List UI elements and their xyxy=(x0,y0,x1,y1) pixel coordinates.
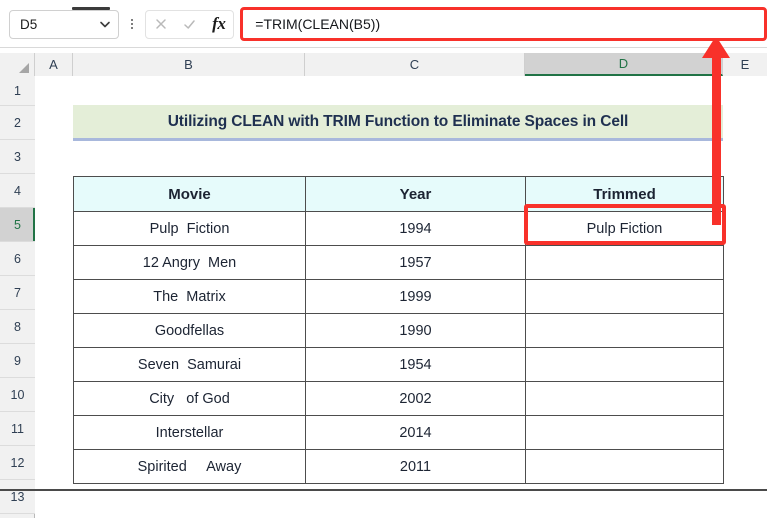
formula-input: =TRIM(CLEAN(B5)) xyxy=(255,16,381,32)
cell-trimmed[interactable] xyxy=(525,449,724,484)
row-header-2[interactable]: 2 xyxy=(0,106,35,140)
fx-label: fx xyxy=(212,14,226,33)
cell-year[interactable]: 2011 xyxy=(305,449,526,484)
row-header-6-label: 6 xyxy=(14,251,21,266)
row-header-8[interactable]: 8 xyxy=(0,310,35,344)
cell-year[interactable]: 1957 xyxy=(305,245,526,280)
cell-movie[interactable]: Seven Samurai xyxy=(73,347,306,382)
cell-trimmed[interactable] xyxy=(525,279,724,314)
cell-trimmed[interactable] xyxy=(525,245,724,280)
cell-trimmed[interactable] xyxy=(525,415,724,450)
row-header-2-label: 2 xyxy=(14,115,21,130)
column-header-c-label: C xyxy=(409,57,420,72)
column-header-e-label: E xyxy=(740,57,750,72)
data-table: Movie Year Trimmed Pulp Fiction 1994 Pul… xyxy=(73,176,724,484)
cell-trimmed[interactable] xyxy=(525,381,724,416)
formula-bar-divider xyxy=(0,47,767,48)
cell-trimmed[interactable] xyxy=(525,347,724,382)
table-row[interactable]: City of God 2002 xyxy=(73,381,724,416)
name-box-value: D5 xyxy=(20,16,38,32)
row-header-12-label: 12 xyxy=(10,455,25,470)
cell-movie[interactable]: Spirited Away xyxy=(73,449,306,484)
cell-movie[interactable]: City of God xyxy=(73,381,306,416)
row-header-11-label: 11 xyxy=(11,421,24,436)
table-row[interactable]: Pulp Fiction 1994 Pulp Fiction xyxy=(73,211,724,246)
excel-window: D5 fx =TRIM(CLEAN(B5)) A B C D E 1 2 3 4… xyxy=(0,0,767,518)
worksheet-grid[interactable]: Utilizing CLEAN with TRIM Function to El… xyxy=(35,76,767,518)
title-banner: Utilizing CLEAN with TRIM Function to El… xyxy=(73,105,723,141)
row-header-8-label: 8 xyxy=(14,319,21,334)
chevron-down-icon[interactable] xyxy=(98,17,112,31)
formula-bar: D5 fx =TRIM(CLEAN(B5)) xyxy=(0,0,767,48)
row-header-5-label: 5 xyxy=(14,217,21,232)
page-title: Utilizing CLEAN with TRIM Function to El… xyxy=(167,112,629,130)
row-header-12[interactable]: 12 xyxy=(0,446,35,480)
row-header-10[interactable]: 10 xyxy=(0,378,35,412)
column-header-d[interactable]: D xyxy=(525,53,723,76)
cell-movie[interactable]: Pulp Fiction xyxy=(73,211,306,246)
cell-trimmed[interactable]: Pulp Fiction xyxy=(525,211,724,246)
column-header-b-label: B xyxy=(184,57,193,72)
table-header-trimmed: Trimmed xyxy=(525,176,724,212)
fx-icon[interactable]: fx xyxy=(204,11,233,38)
check-icon[interactable] xyxy=(175,11,204,38)
cell-movie[interactable]: 12 Angry Men xyxy=(73,245,306,280)
cell-year[interactable]: 1999 xyxy=(305,279,526,314)
column-header-b[interactable]: B xyxy=(73,53,305,76)
row-header-9[interactable]: 9 xyxy=(0,344,35,378)
cell-year[interactable]: 1994 xyxy=(305,211,526,246)
formula-input-highlight[interactable]: =TRIM(CLEAN(B5)) xyxy=(240,7,767,41)
table-header-year: Year xyxy=(305,176,526,212)
row-header-gutter: 1 2 3 4 5 6 7 8 9 10 11 12 13 xyxy=(0,76,35,518)
table-row[interactable]: 12 Angry Men 1957 xyxy=(73,245,724,280)
column-header-c[interactable]: C xyxy=(305,53,525,76)
up-arrow-icon xyxy=(712,44,721,225)
column-header-strip: A B C D E xyxy=(0,53,767,76)
table-header-movie: Movie xyxy=(73,176,306,212)
table-header-row: Movie Year Trimmed xyxy=(73,176,724,212)
cell-year[interactable]: 2002 xyxy=(305,381,526,416)
cell-movie[interactable]: The Matrix xyxy=(73,279,306,314)
row-header-13[interactable]: 13 xyxy=(0,480,35,514)
table-row[interactable]: The Matrix 1999 xyxy=(73,279,724,314)
select-all-corner[interactable] xyxy=(0,53,35,76)
row-header-5[interactable]: 5 xyxy=(0,208,35,242)
column-header-a[interactable]: A xyxy=(35,53,73,76)
cell-year[interactable]: 2014 xyxy=(305,415,526,450)
select-all-triangle-icon xyxy=(19,63,29,73)
row-header-3[interactable]: 3 xyxy=(0,140,35,174)
table-row[interactable]: Goodfellas 1990 xyxy=(73,313,724,348)
table-row[interactable]: Seven Samurai 1954 xyxy=(73,347,724,382)
row-header-10-label: 10 xyxy=(10,387,25,402)
cell-movie[interactable]: Goodfellas xyxy=(73,313,306,348)
row-header-1[interactable]: 1 xyxy=(0,76,35,106)
row-header-13-label: 13 xyxy=(10,489,25,504)
column-header-a-label: A xyxy=(49,57,58,72)
cell-year[interactable]: 1954 xyxy=(305,347,526,382)
close-icon[interactable] xyxy=(146,11,175,38)
column-header-d-label: D xyxy=(618,56,629,71)
cell-movie[interactable]: Interstellar xyxy=(73,415,306,450)
row-header-4[interactable]: 4 xyxy=(0,174,35,208)
cell-trimmed[interactable] xyxy=(525,313,724,348)
row-header-7[interactable]: 7 xyxy=(0,276,35,310)
cell-year[interactable]: 1990 xyxy=(305,313,526,348)
table-row[interactable]: Spirited Away 2011 xyxy=(73,449,724,484)
formula-action-group: fx xyxy=(145,9,235,39)
row-header-9-label: 9 xyxy=(14,353,21,368)
row-header-3-label: 3 xyxy=(14,149,21,164)
name-box-top-accent xyxy=(71,6,110,10)
table-row[interactable]: Interstellar 2014 xyxy=(73,415,724,450)
row-header-11[interactable]: 11 xyxy=(0,412,35,446)
sheet-bottom-rule xyxy=(0,489,767,491)
name-box[interactable]: D5 xyxy=(9,6,119,39)
row-header-7-label: 7 xyxy=(14,285,21,300)
row-header-6[interactable]: 6 xyxy=(0,242,35,276)
row-header-1-label: 1 xyxy=(14,83,21,98)
kebab-menu-icon[interactable] xyxy=(126,19,139,29)
row-header-4-label: 4 xyxy=(14,183,21,198)
